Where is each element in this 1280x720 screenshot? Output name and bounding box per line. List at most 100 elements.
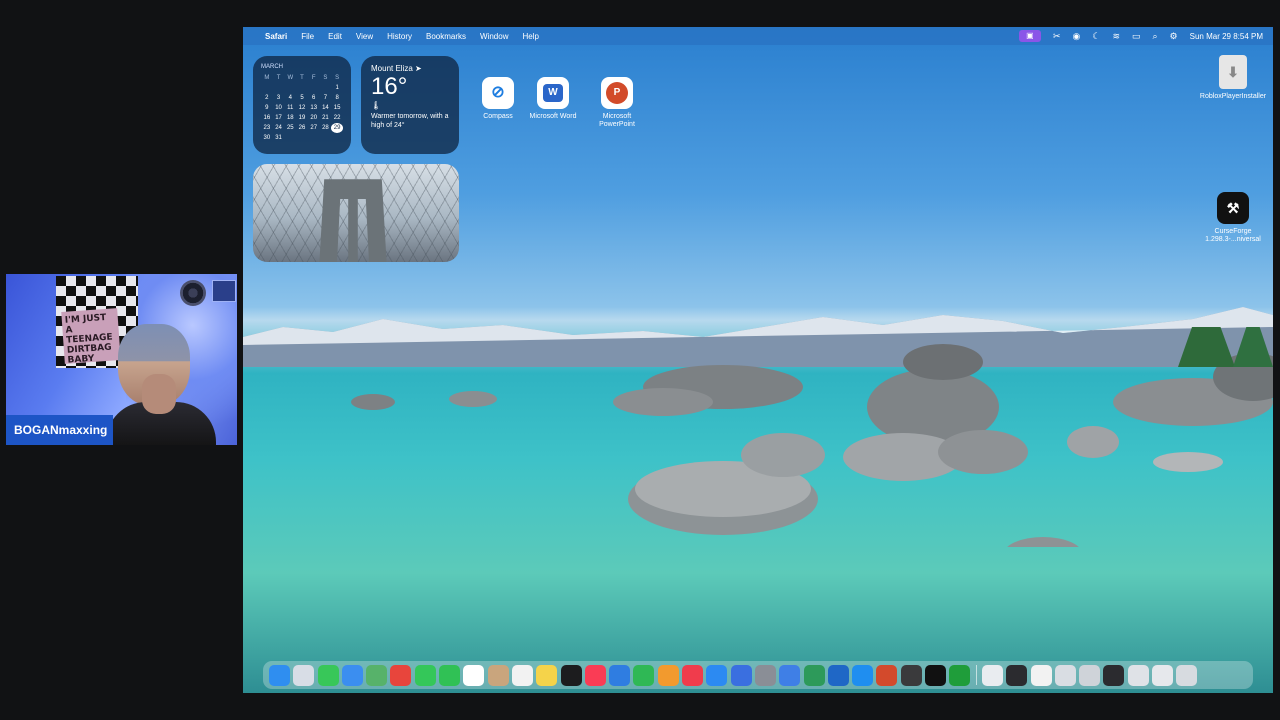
- menu-app-name[interactable]: Safari: [265, 32, 287, 41]
- minimized-window-6[interactable]: [1151, 664, 1173, 686]
- settings-icon[interactable]: [754, 664, 776, 686]
- curseforge-dock-icon[interactable]: [925, 664, 947, 686]
- calendar-day: 7: [323, 95, 328, 101]
- contacts-icon[interactable]: [487, 664, 509, 686]
- dock-separator: [975, 665, 977, 685]
- macos-desktop[interactable]: Safari File Edit View History Bookmarks …: [243, 27, 1273, 693]
- calendar-day: [308, 83, 320, 93]
- calendar-day: 20: [310, 115, 318, 121]
- minecraft-launcher-icon[interactable]: [949, 664, 971, 686]
- minimized-window-3[interactable]: [1079, 664, 1101, 686]
- numbers-icon[interactable]: [633, 664, 655, 686]
- calendar-day: [284, 83, 296, 93]
- desktop-icon-powerpoint[interactable]: P Microsoft PowerPoint: [587, 77, 647, 129]
- minimized-window-1[interactable]: [1030, 664, 1052, 686]
- trash-icon[interactable]: [1176, 664, 1198, 686]
- battery-icon[interactable]: ▭: [1132, 31, 1141, 42]
- calendar-day: 9: [265, 105, 269, 111]
- calendar-icon[interactable]: [463, 664, 485, 686]
- utility-icon[interactable]: [1006, 664, 1028, 686]
- music-icon[interactable]: [584, 664, 606, 686]
- facetime-icon[interactable]: [414, 664, 436, 686]
- messages-icon[interactable]: [317, 664, 339, 686]
- wifi-icon[interactable]: ≋: [1112, 31, 1120, 42]
- launchpad-icon[interactable]: [293, 664, 315, 686]
- safari-icon[interactable]: [852, 664, 874, 686]
- preview-icon[interactable]: [981, 664, 1003, 686]
- calendar-day: 29: [331, 123, 343, 133]
- weather-widget[interactable]: Mount Eliza ➤ 16° 🌡 Warmer tomorrow, wit…: [361, 56, 459, 154]
- desktop-icon-compass[interactable]: ⊘ Compass: [468, 77, 528, 121]
- calendar-day: 1: [335, 85, 339, 91]
- maps-icon[interactable]: [366, 664, 388, 686]
- calendar-day: 22: [333, 115, 341, 121]
- minimized-window-5[interactable]: [1127, 664, 1149, 686]
- calculator-icon[interactable]: [900, 664, 922, 686]
- menu-bookmarks[interactable]: Bookmarks: [426, 32, 466, 41]
- desktop-icon-curseforge[interactable]: ⚒ CurseForge 1.298.3-...niversal: [1193, 192, 1273, 244]
- calendar-day: 8: [335, 95, 339, 101]
- screen-record-icon[interactable]: ▣: [1018, 30, 1041, 42]
- news-icon[interactable]: [682, 664, 704, 686]
- calendar-day: 13: [310, 105, 318, 111]
- keynote-icon[interactable]: [609, 664, 631, 686]
- calendar-day: [320, 133, 332, 143]
- curseforge-icon: ⚒: [1217, 192, 1249, 224]
- calendar-day: 18: [286, 115, 294, 121]
- calendar-day: 25: [286, 125, 294, 131]
- handwritten-sign: I'M JUST A TEENAGE DIRTBAG BABY: [61, 308, 121, 366]
- weather-description: Warmer tomorrow, with a high of 24°: [371, 113, 449, 129]
- webcam-name-tag: BOGANmaxxing: [6, 415, 113, 445]
- menu-clock[interactable]: Sun Mar 29 8:54 PM: [1190, 32, 1263, 41]
- tools-icon[interactable]: ✂: [1053, 31, 1061, 42]
- finder-icon[interactable]: [269, 664, 290, 686]
- books-icon[interactable]: [730, 664, 752, 686]
- calendar-week: 30 31: [261, 133, 343, 143]
- menu-window[interactable]: Window: [480, 32, 508, 41]
- desktop-icon-roblox-installer[interactable]: ⬇ RobloxPlayerInstaller: [1193, 55, 1273, 101]
- control-center-icon[interactable]: ⚙: [1170, 31, 1178, 42]
- calendar-day: 3: [276, 95, 281, 101]
- day-header: T: [276, 75, 281, 81]
- excel-icon[interactable]: [803, 664, 825, 686]
- dock: [263, 661, 1253, 689]
- calendar-day: [284, 133, 296, 143]
- play-circle-icon[interactable]: ◉: [1073, 31, 1081, 42]
- menu-history[interactable]: History: [387, 32, 412, 41]
- notes-icon[interactable]: [536, 664, 558, 686]
- menu-help[interactable]: Help: [522, 32, 538, 41]
- chrome-icon[interactable]: [390, 664, 412, 686]
- menu-edit[interactable]: Edit: [328, 32, 342, 41]
- moon-icon[interactable]: ☾: [1092, 31, 1100, 42]
- calendar-day: 6: [312, 95, 316, 101]
- minimized-window-4[interactable]: [1103, 664, 1125, 686]
- outlook-icon[interactable]: [827, 664, 849, 686]
- pages-icon[interactable]: [657, 664, 679, 686]
- apple-tv-icon[interactable]: [560, 664, 582, 686]
- app-store-icon[interactable]: [706, 664, 728, 686]
- phone-icon[interactable]: [439, 664, 461, 686]
- day-header: F: [311, 75, 316, 81]
- calendar-week: 16 17 18 19 20 21 22: [261, 113, 343, 123]
- minimized-window-2[interactable]: [1054, 664, 1076, 686]
- compass-icon: ⊘: [482, 77, 514, 109]
- desktop-icon-label: Microsoft Word: [529, 113, 577, 120]
- powerpoint-dock-icon[interactable]: [876, 664, 898, 686]
- calendar-month: MARCH: [261, 64, 283, 70]
- wall-decor-box: [212, 280, 236, 302]
- desktop-icon-label: RobloxPlayerInstaller: [1199, 93, 1267, 100]
- desktop-icon-word[interactable]: W Microsoft Word: [523, 77, 583, 121]
- search-icon[interactable]: ⌕: [1153, 31, 1158, 42]
- calendar-widget[interactable]: MARCH M T W T F S S 1 2 3 4 5 6 7 8 9 10 11 12 13 14 1…: [253, 56, 351, 154]
- menu-view[interactable]: View: [356, 32, 373, 41]
- menu-file[interactable]: File: [301, 32, 314, 41]
- reminders-icon[interactable]: [511, 664, 533, 686]
- calendar-day: 4: [288, 95, 292, 101]
- calendar-day: 14: [322, 105, 329, 111]
- calendar-day: [320, 83, 332, 93]
- photo-widget[interactable]: [253, 164, 459, 262]
- mail-icon[interactable]: [341, 664, 363, 686]
- calendar-day: 28: [322, 125, 329, 131]
- calendar-day-headers: M T W T F S S: [261, 73, 343, 83]
- xcode-icon[interactable]: [779, 664, 801, 686]
